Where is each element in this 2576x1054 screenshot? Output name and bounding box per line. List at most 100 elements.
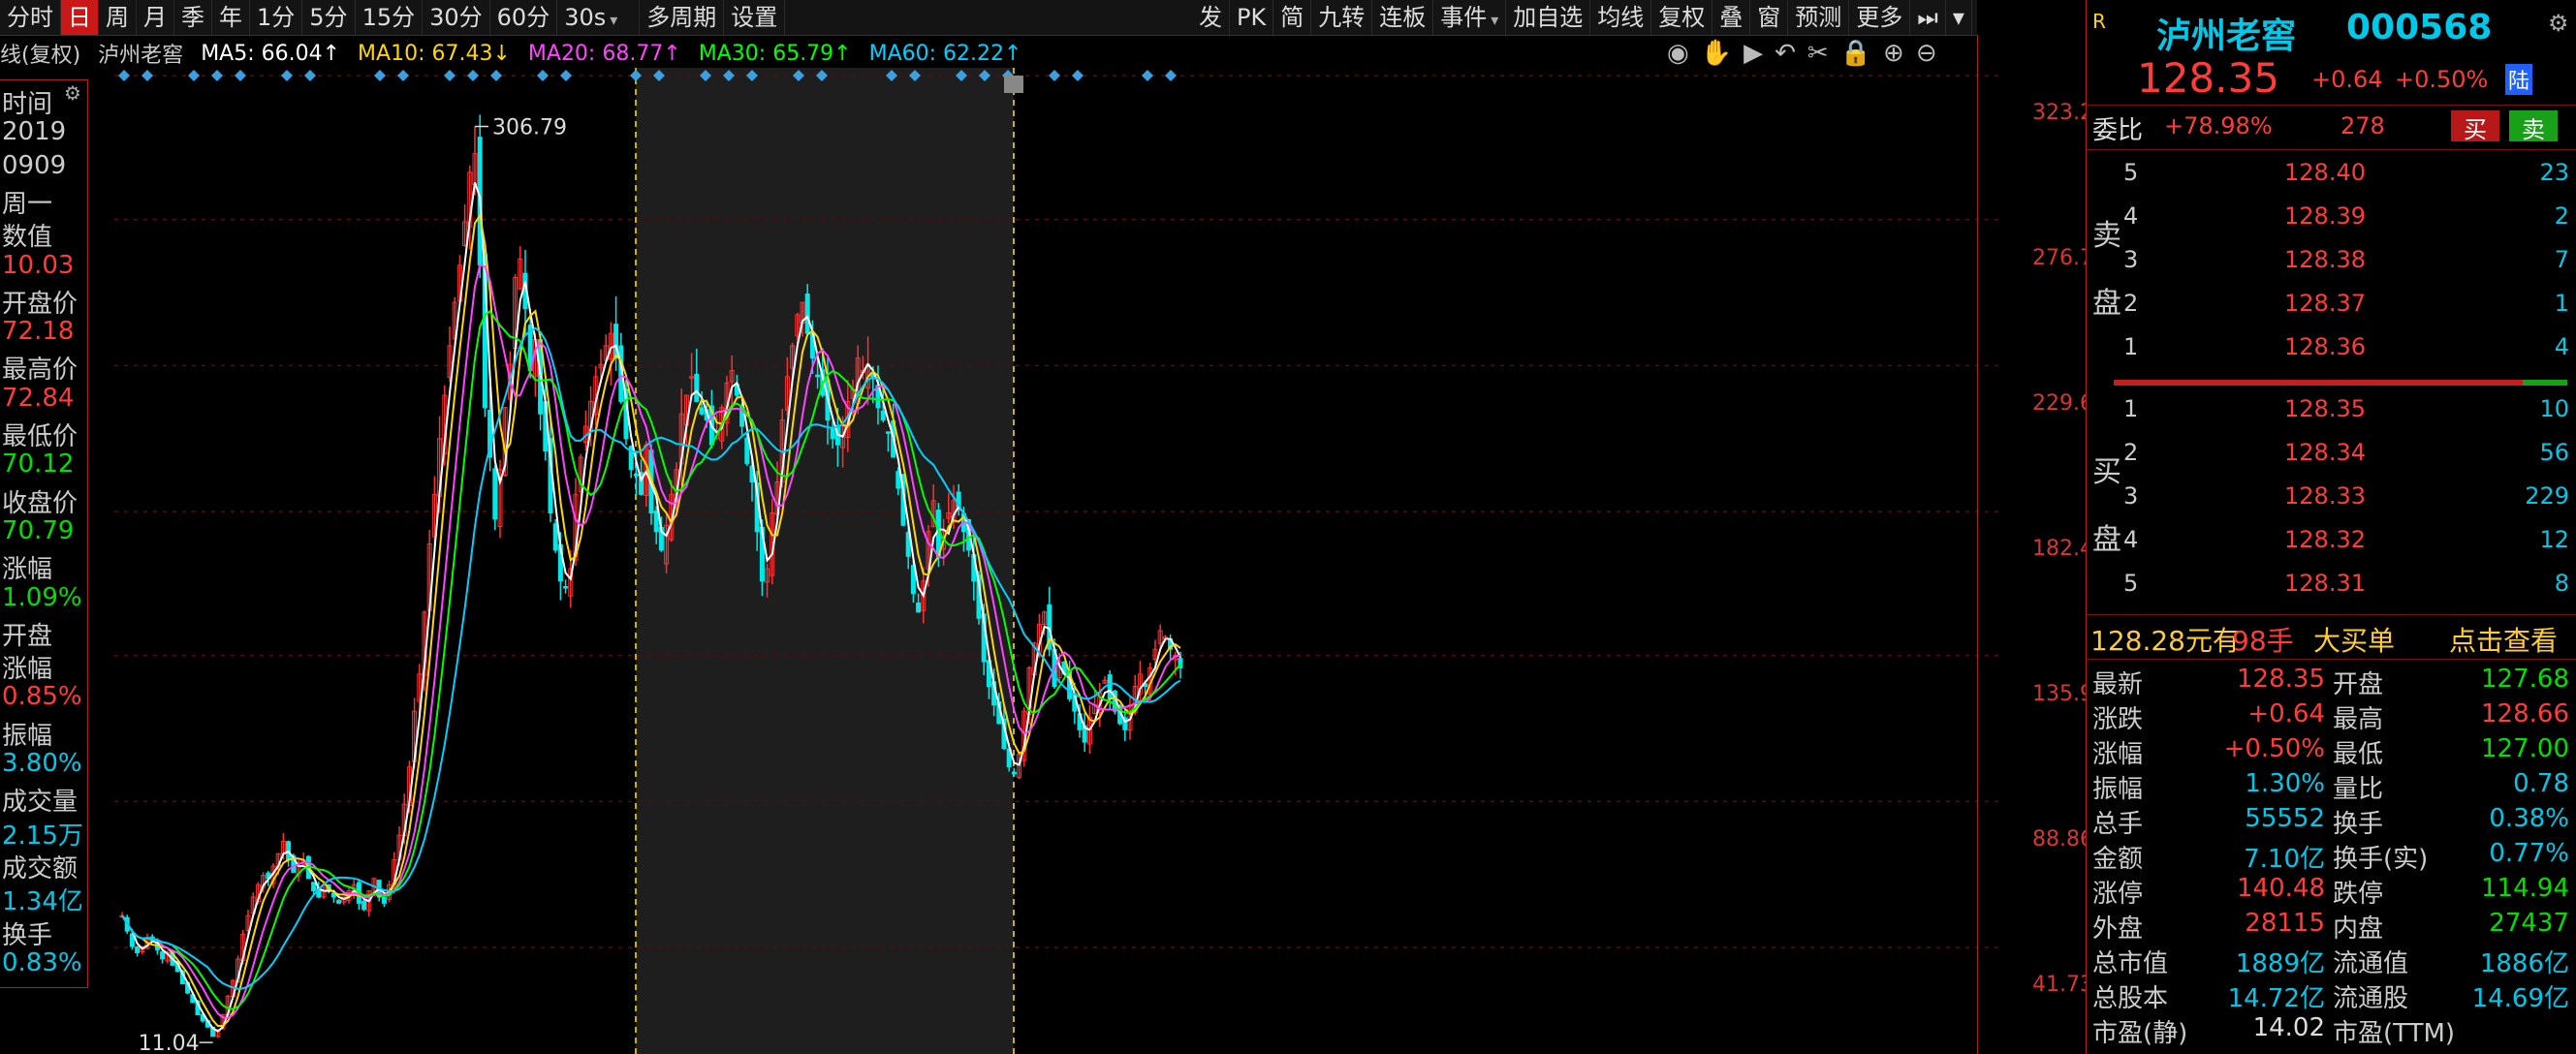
stat-value: 0.38% bbox=[2489, 804, 2569, 833]
bid-row-price: 128.33 bbox=[2284, 482, 2366, 510]
stat-row: 总市值 1889亿 流通值 1886亿 bbox=[2087, 944, 2576, 978]
add-watchlist-button[interactable]: 加自选 bbox=[1506, 0, 1591, 35]
buy-button[interactable]: 买 bbox=[2451, 110, 2499, 143]
tab-day[interactable]: 日 bbox=[61, 0, 99, 35]
candle-body bbox=[699, 407, 705, 415]
price-change: +0.64 bbox=[2311, 66, 2383, 93]
ma20-label: MA20: 68.77↑ bbox=[527, 41, 681, 66]
tab-1min[interactable]: 1分 bbox=[250, 0, 303, 35]
fa-button[interactable]: 发 bbox=[1192, 0, 1230, 35]
tab-60min[interactable]: 60分 bbox=[490, 0, 558, 35]
tab-fenshi[interactable]: 分时 bbox=[0, 0, 61, 35]
tab-quarter[interactable]: 季 bbox=[174, 0, 212, 35]
toolbar-right: 发 PK 简 九转 连板 事件 加自选 均线 复权 叠 窗 预测 更多 ⏭ ▾ bbox=[1192, 0, 1972, 35]
stat-row: 涨跌 +0.64 最高 128.66 bbox=[2087, 699, 2576, 734]
tab-month[interactable]: 月 bbox=[137, 0, 174, 35]
jiuzhuan-button[interactable]: 九转 bbox=[1311, 0, 1373, 35]
bid-row[interactable]: 1 128.35 10 bbox=[2087, 395, 2576, 432]
stat-label: 流通股 bbox=[2333, 984, 2409, 1013]
candle-body bbox=[633, 474, 639, 477]
ma-button[interactable]: 均线 bbox=[1590, 0, 1652, 35]
event-marker-icon bbox=[211, 70, 223, 81]
info-item: 收盘价 bbox=[2, 488, 79, 518]
ma5-label: MA5: 66.04↑ bbox=[201, 41, 341, 66]
ask-row[interactable]: 4 128.39 2 bbox=[2087, 202, 2576, 239]
zoom-in-icon[interactable]: ⊕ bbox=[1883, 39, 1916, 68]
window-button[interactable]: 窗 bbox=[1750, 0, 1789, 35]
candle-body bbox=[552, 523, 558, 551]
price-tick: 88.86 bbox=[2032, 827, 2093, 852]
ask-row[interactable]: 5 128.40 23 bbox=[2087, 159, 2576, 196]
stat-value: 14.72亿 bbox=[2227, 984, 2325, 1013]
scissors-icon[interactable]: ✂ bbox=[1807, 39, 1840, 68]
panel-gear-icon[interactable]: ⚙ bbox=[64, 81, 81, 105]
candle-body bbox=[653, 511, 659, 533]
zoom-out-icon[interactable]: ⊖ bbox=[1916, 39, 1949, 68]
stat-value: 127.00 bbox=[2481, 734, 2569, 763]
bid-row-volume: 229 bbox=[2525, 482, 2569, 510]
ask-row[interactable]: 3 128.38 7 bbox=[2087, 246, 2576, 283]
stat-label: 量比 bbox=[2333, 775, 2384, 804]
tab-week[interactable]: 周 bbox=[99, 0, 137, 35]
tab-15min[interactable]: 15分 bbox=[356, 0, 424, 35]
jump-end-icon[interactable]: ⏭ bbox=[1910, 0, 1946, 35]
candle-body bbox=[135, 946, 141, 954]
more-button[interactable]: 更多 bbox=[1849, 0, 1911, 35]
gear-icon[interactable]: ⚙ bbox=[2548, 10, 2569, 37]
rights-badge: R bbox=[2092, 10, 2106, 33]
candle-body bbox=[694, 373, 700, 402]
predict-button[interactable]: 预测 bbox=[1788, 0, 1850, 35]
info-item: 72.84 bbox=[2, 383, 75, 413]
bid-row-price: 128.35 bbox=[2284, 395, 2366, 422]
info-item: 最低价 bbox=[2, 422, 79, 451]
ask-row-price: 128.39 bbox=[2284, 202, 2366, 230]
stat-value: 1889亿 bbox=[2235, 949, 2325, 978]
overlay-button[interactable]: 叠 bbox=[1712, 0, 1751, 35]
bid-row[interactable]: 4 128.32 12 bbox=[2087, 526, 2576, 563]
tab-year[interactable]: 年 bbox=[212, 0, 250, 35]
event-button[interactable]: 事件 bbox=[1433, 0, 1507, 35]
ask-row[interactable]: 1 128.36 4 bbox=[2087, 333, 2576, 370]
adjust-label: 线(复权) bbox=[0, 44, 81, 68]
bid-row-volume: 8 bbox=[2554, 570, 2569, 597]
weibi-diff: 278 bbox=[2340, 112, 2385, 140]
pk-button[interactable]: PK bbox=[1230, 0, 1274, 35]
multi-period-button[interactable]: 多周期 bbox=[640, 0, 725, 35]
candle-body bbox=[381, 897, 387, 904]
big-order-row[interactable]: 128.28元有 98手 大买单 点击查看 bbox=[2087, 620, 2576, 657]
candle-body bbox=[563, 586, 569, 589]
stat-label: 最低 bbox=[2333, 740, 2384, 769]
lianban-button[interactable]: 连板 bbox=[1372, 0, 1434, 35]
candle-body bbox=[830, 428, 835, 440]
bid-row[interactable]: 2 128.34 56 bbox=[2087, 439, 2576, 476]
bid-row[interactable]: 3 128.33 229 bbox=[2087, 482, 2576, 519]
settings-button[interactable]: 设置 bbox=[724, 0, 786, 35]
info-item: 开盘价 bbox=[2, 289, 79, 319]
stat-value: +0.50% bbox=[2223, 734, 2325, 763]
lock-icon[interactable]: 🔒 bbox=[1840, 39, 1883, 68]
candle-body bbox=[880, 410, 886, 421]
tab-30s-dropdown[interactable]: 30s bbox=[557, 0, 641, 35]
play-icon[interactable]: ▶ bbox=[1744, 39, 1775, 68]
ask-row-volume: 4 bbox=[2554, 333, 2569, 360]
eye-icon[interactable]: ◉ bbox=[1667, 39, 1701, 68]
stat-label: 金额 bbox=[2092, 845, 2144, 874]
ma30-label: MA30: 65.79↑ bbox=[698, 41, 852, 66]
bid-row[interactable]: 5 128.31 8 bbox=[2087, 570, 2576, 606]
undo-icon[interactable]: ↶ bbox=[1775, 39, 1807, 68]
ma-legend: 线(复权) 泸州老窖 MA5: 66.04↑ MA10: 67.43↓ MA20… bbox=[0, 39, 1021, 69]
tab-30min[interactable]: 30分 bbox=[423, 0, 490, 35]
stat-value: 1.30% bbox=[2245, 769, 2325, 798]
ask-row[interactable]: 2 128.37 1 bbox=[2087, 290, 2576, 326]
sell-button[interactable]: 卖 bbox=[2509, 110, 2558, 143]
tab-5min[interactable]: 5分 bbox=[302, 0, 356, 35]
hand-icon[interactable]: ✋ bbox=[1701, 39, 1744, 68]
big-order-link[interactable]: 点击查看 bbox=[2449, 620, 2558, 659]
stat-value: 14.02 bbox=[2252, 1013, 2325, 1042]
event-marker-icon bbox=[467, 70, 479, 81]
dropdown-icon[interactable]: ▾ bbox=[1946, 0, 1972, 35]
kline-chart[interactable]: 306.79 11.04 bbox=[87, 68, 2031, 1054]
adjust-button[interactable]: 复权 bbox=[1651, 0, 1713, 35]
info-item: 1.34亿 bbox=[2, 887, 83, 917]
simple-button[interactable]: 简 bbox=[1273, 0, 1312, 35]
